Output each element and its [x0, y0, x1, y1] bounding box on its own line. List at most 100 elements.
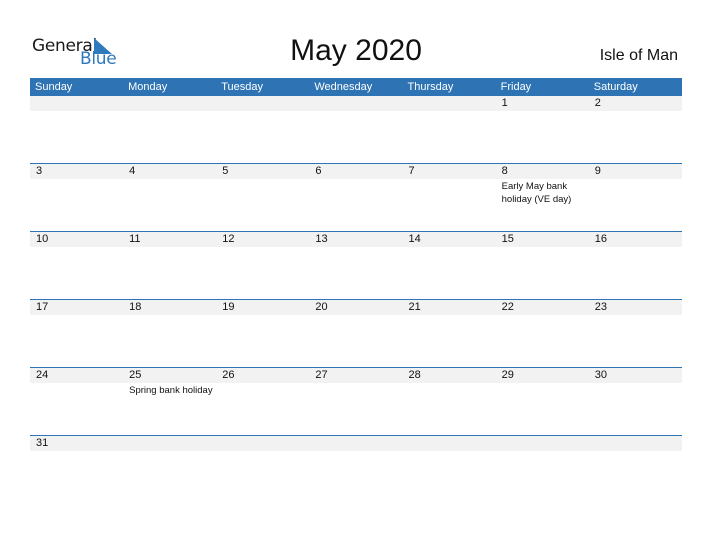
- day-number: [595, 436, 682, 451]
- holiday-event: Early May bank holiday (VE day): [501, 181, 572, 205]
- day-cell: 6: [309, 164, 402, 206]
- day-cell: 24: [30, 368, 123, 397]
- day-number: 11: [129, 233, 141, 245]
- day-cell: 10: [30, 232, 123, 247]
- day-number: 29: [501, 369, 514, 381]
- day-cell: [123, 436, 216, 451]
- week-cells: 12: [30, 96, 682, 111]
- weekday-friday: Friday: [500, 81, 532, 93]
- day-cell: [30, 96, 123, 111]
- calendar-grid: Sunday Monday Tuesday Wednesday Thursday…: [30, 78, 682, 503]
- day-cell: 12: [216, 232, 309, 247]
- day-cell: 25 Spring bank holiday: [123, 368, 216, 397]
- day-cell: 26: [216, 368, 309, 397]
- day-cell: 14: [403, 232, 496, 247]
- day-cell: [123, 96, 216, 111]
- day-cell: 3: [30, 164, 123, 206]
- week-row: 31: [30, 435, 682, 503]
- day-cell: 18: [123, 300, 216, 315]
- day-number: 1: [501, 97, 508, 109]
- week-row: 24 25 Spring bank holiday 26 27 28 29 30: [30, 367, 682, 435]
- week-row: 12: [30, 96, 682, 163]
- day-number: 20: [315, 301, 328, 313]
- day-cell: 28: [403, 368, 496, 397]
- day-number: 4: [129, 165, 136, 177]
- weekday-tuesday: Tuesday: [221, 81, 264, 93]
- day-number: 25: [129, 369, 142, 381]
- day-number: 27: [315, 369, 328, 381]
- day-cell: [309, 96, 402, 111]
- day-number: 10: [36, 233, 49, 245]
- day-cell: 17: [30, 300, 123, 315]
- day-cell: 31: [30, 436, 123, 451]
- region-label: Isle of Man: [599, 47, 678, 64]
- day-number: [315, 96, 402, 111]
- day-cell: 27: [309, 368, 402, 397]
- week-cells: 24 25 Spring bank holiday 26 27 28 29 30: [30, 368, 682, 397]
- weekday-header: Sunday Monday Tuesday Wednesday Thursday…: [30, 78, 682, 96]
- day-number: [129, 96, 216, 111]
- day-cell: [496, 436, 589, 451]
- day-number: 3: [36, 165, 43, 177]
- week-row: 3 4 5 6 7 8 Early May bank holiday (VE day) 9: [30, 163, 682, 231]
- day-number: 8: [501, 165, 508, 177]
- day-cell: [403, 436, 496, 451]
- day-number: 31: [36, 437, 49, 449]
- day-cell: 5: [216, 164, 309, 206]
- day-cell: 1: [496, 96, 589, 111]
- day-number: [315, 436, 402, 451]
- day-cell: [403, 96, 496, 111]
- day-number: [502, 436, 589, 451]
- day-cell: 11: [123, 232, 216, 247]
- day-cell: 20: [309, 300, 402, 315]
- day-number: 28: [408, 369, 421, 381]
- day-number: 2: [594, 97, 601, 109]
- day-number: 19: [222, 301, 235, 313]
- day-number: 23: [594, 301, 607, 313]
- day-number: 12: [222, 233, 235, 245]
- week-cells: 31: [30, 436, 682, 451]
- day-cell: 2: [589, 96, 682, 111]
- day-number: 18: [129, 301, 142, 313]
- week-row: 10 11 12 13 14 15 16: [30, 231, 682, 299]
- day-number: 22: [501, 301, 514, 313]
- week-cells: 3 4 5 6 7 8 Early May bank holiday (VE day) 9: [30, 164, 682, 206]
- day-number: 9: [594, 165, 601, 177]
- weekday-saturday: Saturday: [593, 81, 638, 93]
- day-number: 6: [315, 165, 322, 177]
- holiday-event: Spring bank holiday: [129, 385, 213, 396]
- weekday-thursday: Thursday: [407, 81, 454, 93]
- weekday-sunday: Sunday: [35, 81, 73, 93]
- day-number: 21: [408, 301, 421, 313]
- day-number: 14: [408, 233, 421, 245]
- day-number: 30: [594, 369, 607, 381]
- day-cell: 4: [123, 164, 216, 206]
- day-number: [222, 436, 309, 451]
- day-number: 5: [222, 165, 229, 177]
- day-number: [36, 96, 123, 111]
- day-number: [129, 436, 216, 451]
- day-cell: 21: [403, 300, 496, 315]
- week-cells: 17 18 19 20 21 22 23: [30, 300, 682, 315]
- day-number: 24: [36, 369, 49, 381]
- week-row: 17 18 19 20 21 22 23: [30, 299, 682, 367]
- day-cell: 30: [589, 368, 682, 397]
- day-number: 15: [501, 233, 514, 245]
- weeks-container: 1 2 3 4 5 6 7 8 Early May bank holiday (VE day) 9…: [30, 96, 682, 503]
- day-number: [222, 96, 309, 111]
- day-cell: [216, 436, 309, 451]
- day-number: 17: [36, 301, 49, 313]
- day-cell: 29: [496, 368, 589, 397]
- day-cell: 16: [589, 232, 682, 247]
- day-cell: 7: [403, 164, 496, 206]
- day-number: [409, 96, 496, 111]
- weekday-wednesday: Wednesday: [314, 81, 373, 93]
- day-cell: 19: [216, 300, 309, 315]
- day-cell: [216, 96, 309, 111]
- day-cell: 15: [496, 232, 589, 247]
- day-number: 7: [408, 165, 415, 177]
- week-cells: 10 11 12 13 14 15 16: [30, 232, 682, 247]
- weekday-monday: Monday: [128, 81, 168, 93]
- day-cell: 13: [309, 232, 402, 247]
- day-cell: 23: [589, 300, 682, 315]
